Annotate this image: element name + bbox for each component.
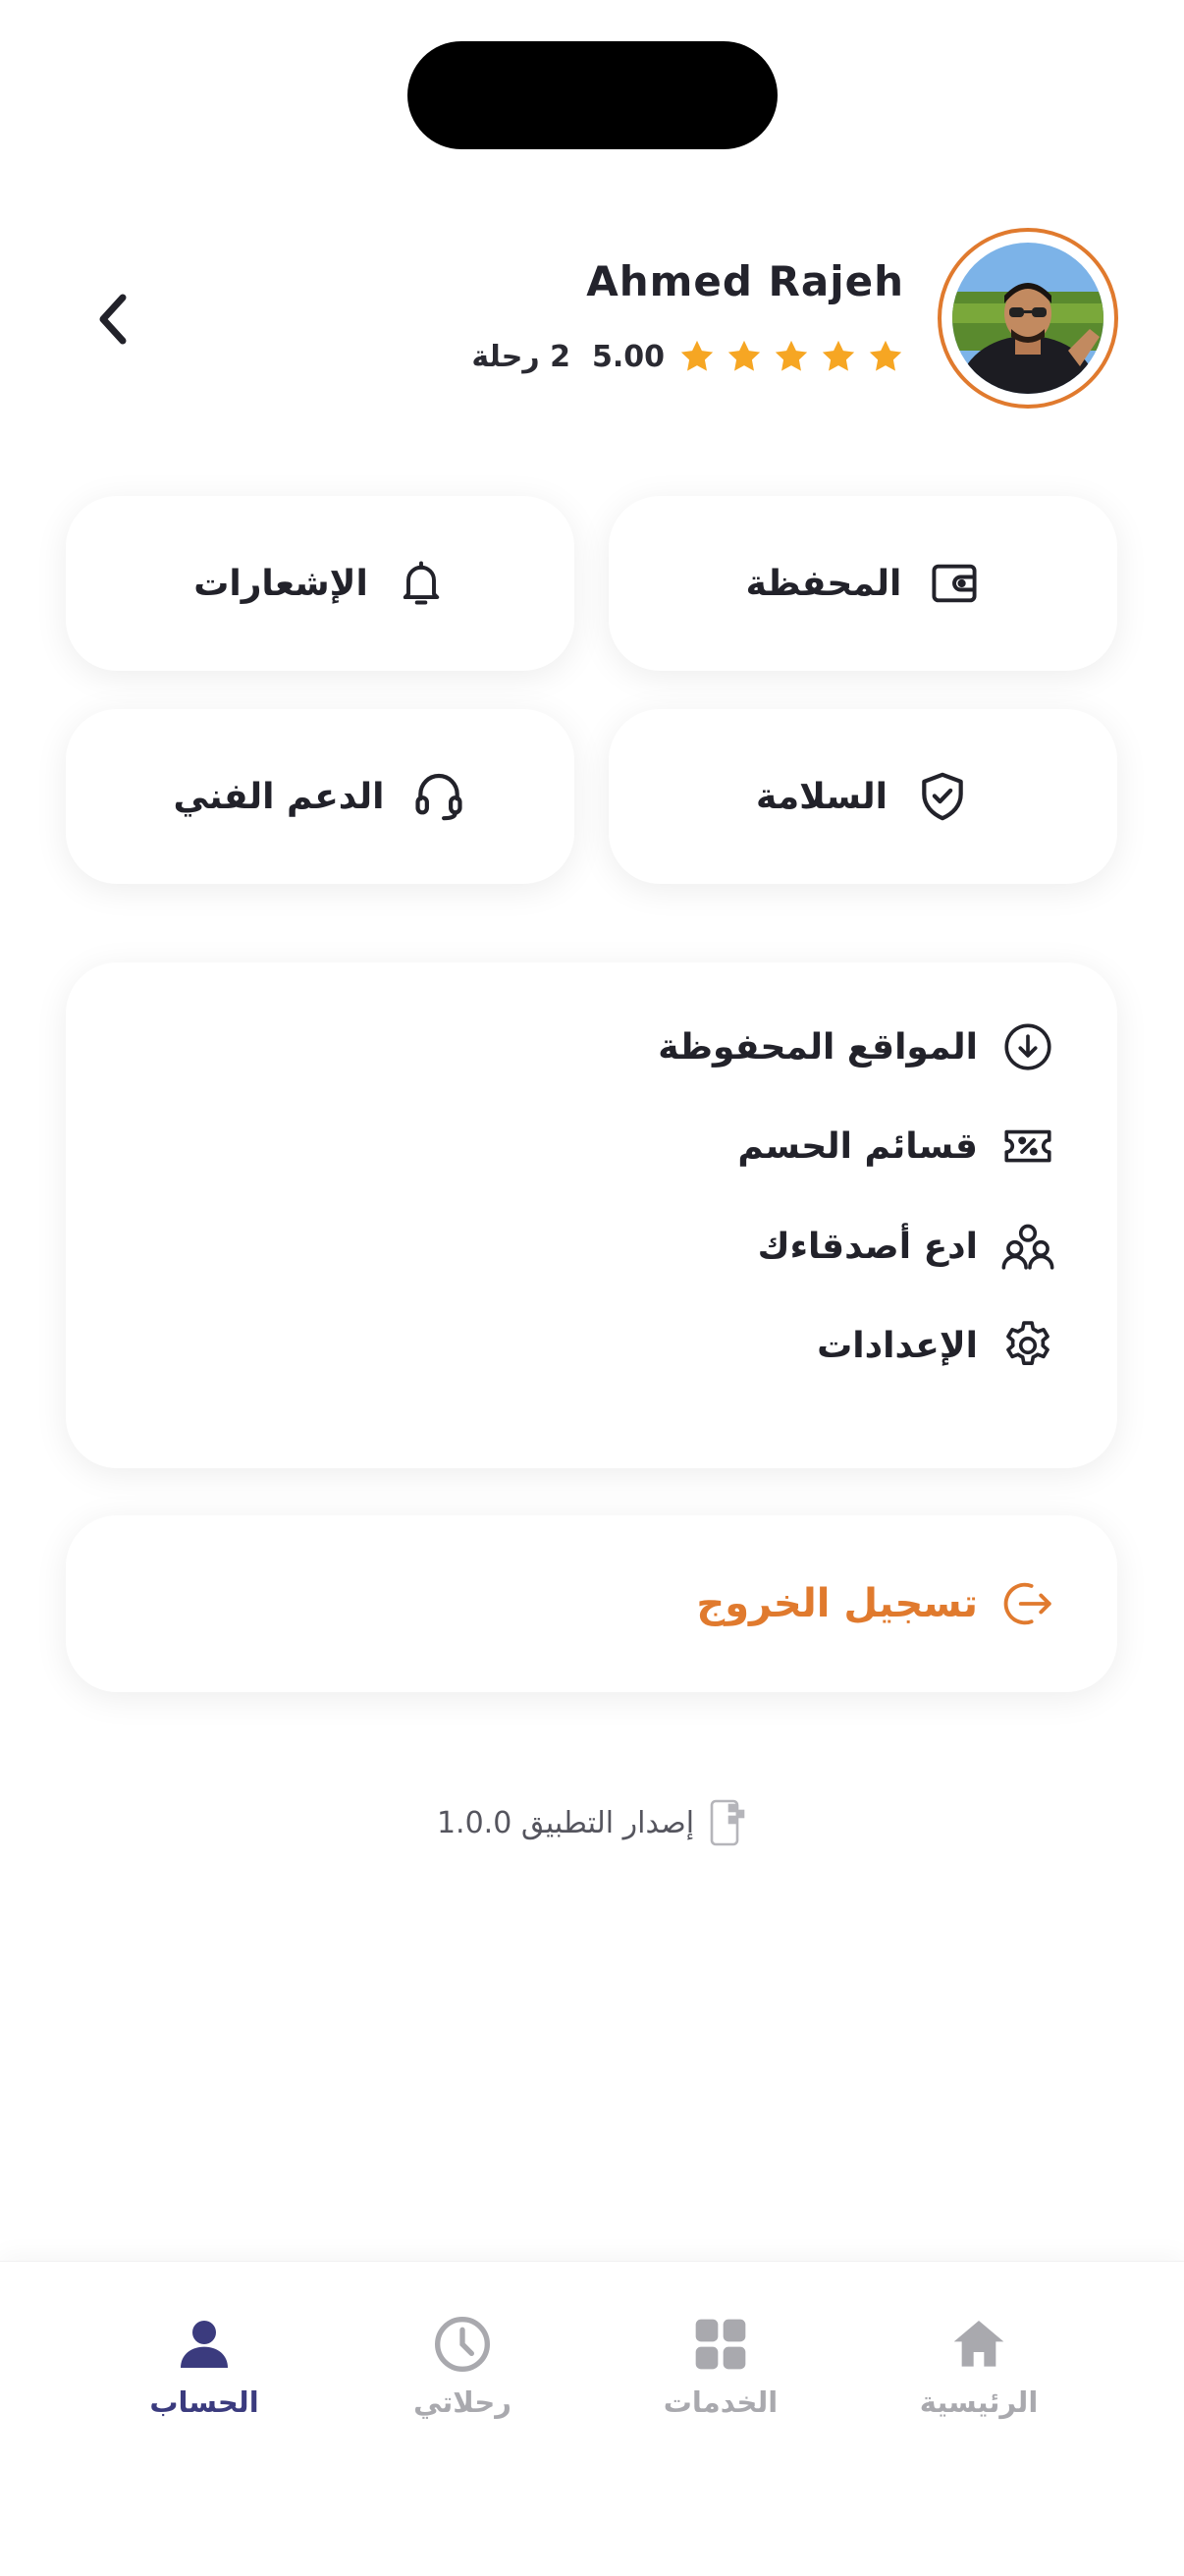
- user-icon: [181, 2321, 228, 2368]
- logout-label: تسجيل الخروج: [696, 1581, 978, 1626]
- logout-icon: [1003, 1582, 1051, 1625]
- shield-check-icon: [922, 772, 963, 821]
- tab-home-label: الرئيسية: [919, 2385, 1039, 2419]
- star-icon: [680, 340, 714, 371]
- clock-icon: [435, 2317, 490, 2372]
- rating-row: 2 رحلة 5.00: [471, 332, 904, 381]
- tab-trips-label: رحلاتي: [413, 2385, 511, 2419]
- settings-label: الإعدادات: [817, 1325, 978, 1366]
- tab-account-label: الحساب: [149, 2385, 259, 2419]
- ticket-percent-icon: [1004, 1129, 1051, 1163]
- support-tile[interactable]: الدعم الفني: [66, 709, 574, 884]
- support-label: الدعم الفني: [173, 776, 385, 817]
- headset-icon: [415, 773, 463, 821]
- bottom-tab-bar: الرئيسية الخدمات رحلاتي الحساب: [0, 2261, 1184, 2576]
- menu-item-invite-friends[interactable]: ادع أصدقاءك: [758, 1207, 1056, 1286]
- star-icon: [775, 340, 808, 371]
- menu-card: المواقع المحفوظة قسائم الحسم ادع أصدقاءك…: [66, 962, 1117, 1468]
- star-icon: [822, 340, 855, 371]
- coupons-label: قسائم الحسم: [737, 1125, 978, 1167]
- bell-icon: [403, 561, 440, 605]
- grid-icon: [695, 2319, 746, 2370]
- logout-card: تسجيل الخروج: [66, 1515, 1117, 1692]
- safety-tile[interactable]: السلامة: [609, 709, 1117, 884]
- menu-item-settings[interactable]: الإعدادات: [817, 1306, 1056, 1385]
- tab-services-label: الخدمات: [663, 2385, 779, 2419]
- notifications-label: الإشعارات: [193, 563, 368, 604]
- saved-locations-label: المواقع المحفوظة: [658, 1026, 978, 1068]
- tab-services[interactable]: الخدمات: [622, 2313, 819, 2419]
- tab-home[interactable]: الرئيسية: [881, 2313, 1077, 2419]
- star-icon: [869, 340, 902, 371]
- profile-name: Ahmed Rajeh: [586, 257, 904, 305]
- chevron-left-icon: [99, 294, 127, 345]
- users-icon: [1001, 1224, 1054, 1270]
- invite-friends-label: ادع أصدقاءك: [757, 1226, 978, 1267]
- trip-count: 2 رحلة: [471, 339, 570, 374]
- gear-icon: [1006, 1321, 1049, 1365]
- back-button[interactable]: [79, 277, 147, 361]
- download-circle-icon: [1004, 1023, 1051, 1070]
- tab-trips[interactable]: رحلاتي: [364, 2313, 561, 2419]
- app-version: إصدار التطبيق 1.0.0: [0, 1795, 1184, 1850]
- avatar[interactable]: [938, 228, 1118, 409]
- app-version-text: إصدار التطبيق 1.0.0: [436, 1805, 695, 1840]
- notifications-tile[interactable]: الإشعارات: [66, 496, 574, 671]
- tab-account[interactable]: الحساب: [106, 2313, 302, 2419]
- menu-item-coupons[interactable]: قسائم الحسم: [737, 1107, 1056, 1185]
- wallet-icon: [932, 564, 977, 603]
- rating-stars: [678, 338, 904, 375]
- safety-label: السلامة: [756, 776, 888, 817]
- device-notch: [407, 41, 778, 149]
- wallet-label: المحفظة: [745, 563, 902, 604]
- menu-item-saved-locations[interactable]: المواقع المحفوظة: [658, 1008, 1056, 1086]
- wallet-tile[interactable]: المحفظة: [609, 496, 1117, 671]
- phone-qr-icon: [710, 1799, 745, 1846]
- logout-button[interactable]: تسجيل الخروج: [696, 1564, 1056, 1643]
- avatar-photo: [952, 243, 1103, 394]
- home-icon: [953, 2321, 1004, 2367]
- star-icon: [727, 340, 761, 371]
- rating-value: 5.00: [591, 339, 665, 374]
